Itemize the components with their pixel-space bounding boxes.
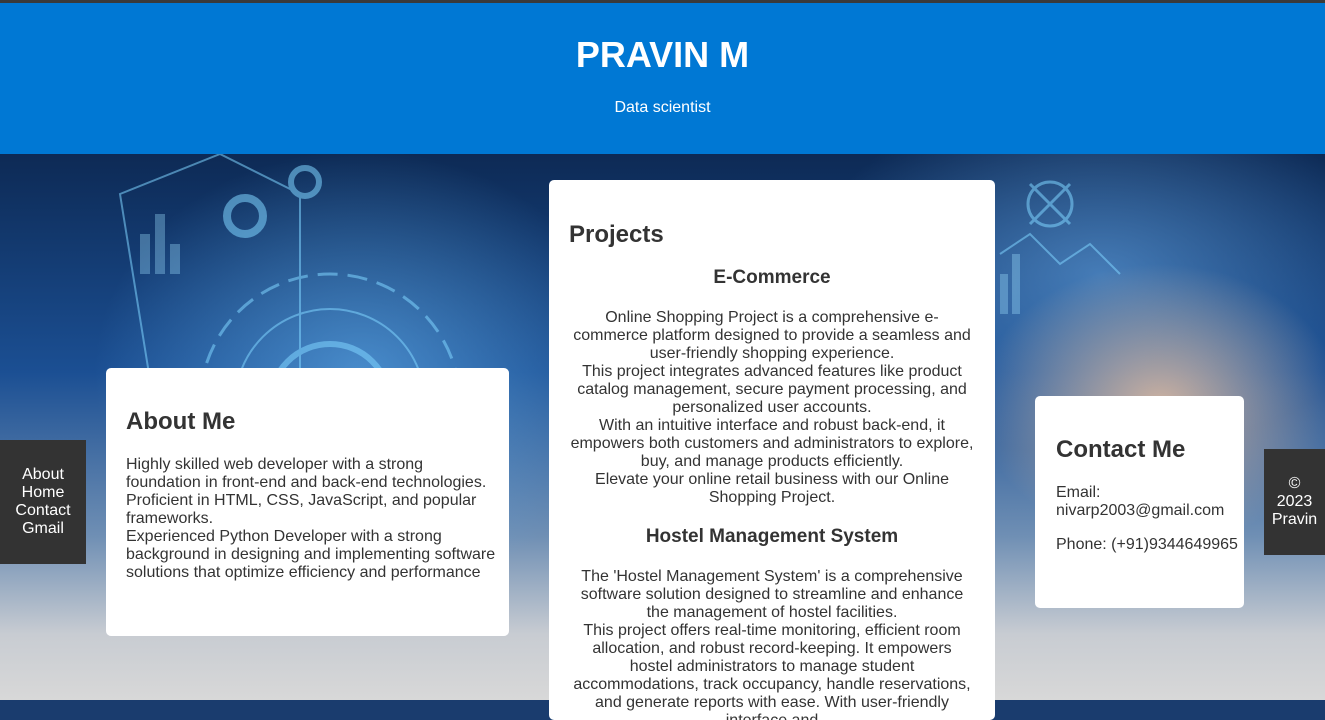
project-item: Hostel Management System The 'Hostel Man…	[569, 526, 975, 720]
about-paragraph: Highly skilled web developer with a stro…	[126, 456, 487, 527]
copyright-name: Pravin	[1271, 511, 1318, 528]
copyright-year: 2023	[1276, 493, 1313, 510]
projects-heading: Projects	[569, 221, 664, 248]
contact-card: Contact Me Email: nivarp2003@gmail.com P…	[1035, 396, 1244, 608]
project-title: E-Commerce	[713, 267, 831, 288]
nav-link-gmail[interactable]: Gmail	[0, 520, 86, 538]
side-navigation: About Home Contact Gmail	[0, 440, 86, 564]
project-item: E-Commerce Online Shopping Project is a …	[569, 267, 975, 507]
contact-email: Email: nivarp2003@gmail.com	[1056, 484, 1225, 519]
project-description-line: This project integrates advanced feature…	[577, 363, 967, 416]
site-subtitle: Data scientist	[614, 99, 711, 116]
project-description-line: Online Shopping Project is a comprehensi…	[573, 309, 971, 362]
footer-panel: © 2023 Pravin	[1264, 449, 1325, 555]
about-card: About Me Highly skilled web developer wi…	[106, 368, 509, 636]
project-description-line: With an intuitive interface and robust b…	[570, 417, 974, 470]
nav-link-home[interactable]: Home	[0, 484, 86, 502]
project-description-line: This project offers real-time monitoring…	[573, 622, 971, 720]
nav-link-contact[interactable]: Contact	[0, 502, 86, 520]
contact-phone: Phone: (+91)9344649965	[1056, 536, 1238, 553]
about-text: Highly skilled web developer with a stro…	[126, 456, 496, 582]
projects-card: Projects E-Commerce Online Shopping Proj…	[549, 180, 995, 720]
project-description-line: Elevate your online retail business with…	[595, 471, 949, 506]
nav-link-about[interactable]: About	[0, 466, 86, 484]
copyright-symbol: ©	[1288, 475, 1301, 492]
contact-heading: Contact Me	[1056, 436, 1186, 463]
project-description-line: The 'Hostel Management System' is a comp…	[580, 568, 964, 621]
project-title: Hostel Management System	[645, 526, 899, 547]
site-header: PRAVIN M Data scientist	[0, 3, 1325, 154]
about-heading: About Me	[126, 408, 236, 435]
site-title: PRAVIN M	[575, 34, 750, 75]
about-paragraph: Experienced Python Developer with a stro…	[126, 528, 496, 581]
